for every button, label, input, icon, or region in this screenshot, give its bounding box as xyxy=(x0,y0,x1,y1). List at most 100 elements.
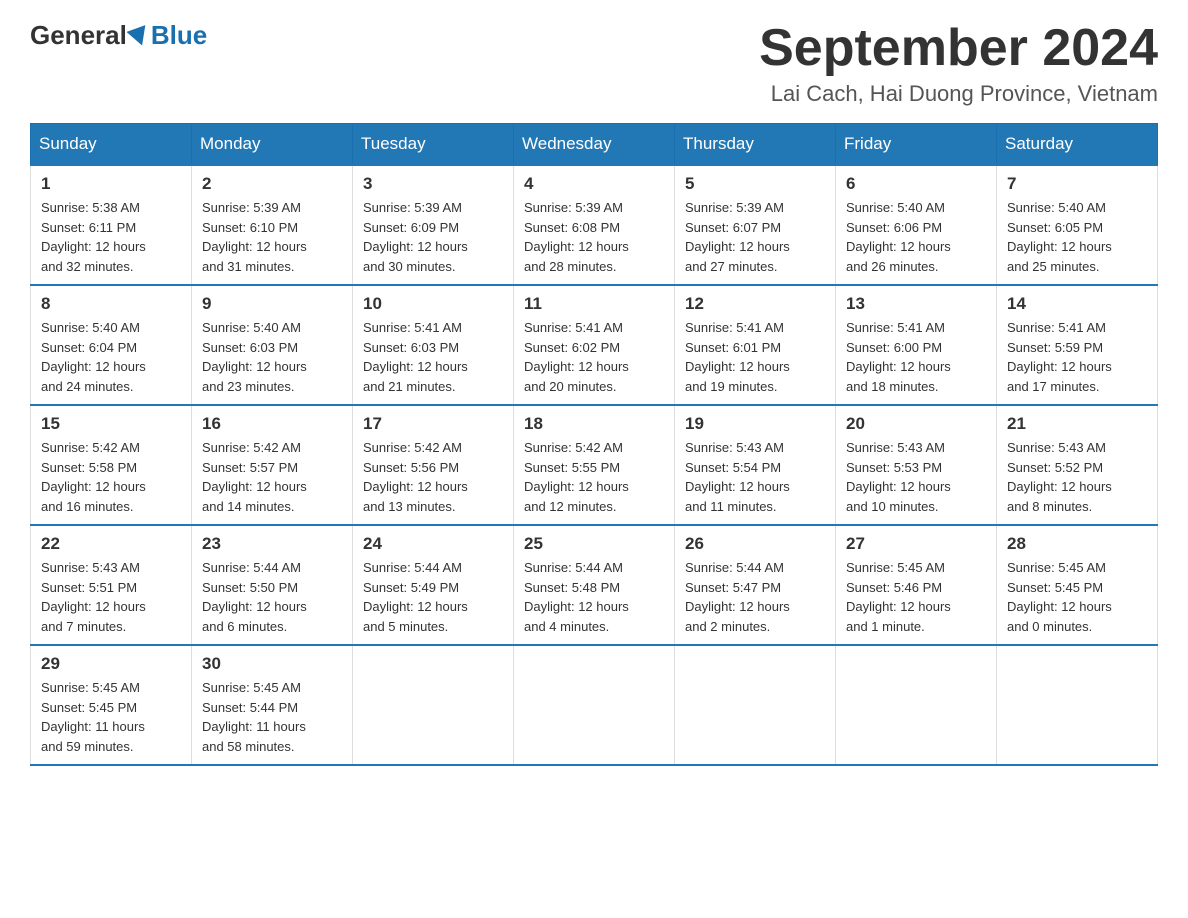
day-number: 15 xyxy=(41,414,181,434)
calendar-cell xyxy=(353,645,514,765)
day-info: Sunrise: 5:43 AMSunset: 5:53 PMDaylight:… xyxy=(846,438,986,516)
day-number: 19 xyxy=(685,414,825,434)
day-info: Sunrise: 5:45 AMSunset: 5:45 PMDaylight:… xyxy=(1007,558,1147,636)
week-row-1: 1 Sunrise: 5:38 AMSunset: 6:11 PMDayligh… xyxy=(31,165,1158,285)
day-number: 10 xyxy=(363,294,503,314)
calendar-cell: 22 Sunrise: 5:43 AMSunset: 5:51 PMDaylig… xyxy=(31,525,192,645)
day-number: 9 xyxy=(202,294,342,314)
day-info: Sunrise: 5:39 AMSunset: 6:08 PMDaylight:… xyxy=(524,198,664,276)
day-info: Sunrise: 5:42 AMSunset: 5:58 PMDaylight:… xyxy=(41,438,181,516)
calendar-cell: 14 Sunrise: 5:41 AMSunset: 5:59 PMDaylig… xyxy=(997,285,1158,405)
day-info: Sunrise: 5:42 AMSunset: 5:55 PMDaylight:… xyxy=(524,438,664,516)
day-info: Sunrise: 5:39 AMSunset: 6:09 PMDaylight:… xyxy=(363,198,503,276)
day-info: Sunrise: 5:41 AMSunset: 5:59 PMDaylight:… xyxy=(1007,318,1147,396)
day-info: Sunrise: 5:41 AMSunset: 6:03 PMDaylight:… xyxy=(363,318,503,396)
week-row-3: 15 Sunrise: 5:42 AMSunset: 5:58 PMDaylig… xyxy=(31,405,1158,525)
day-info: Sunrise: 5:43 AMSunset: 5:51 PMDaylight:… xyxy=(41,558,181,636)
week-row-4: 22 Sunrise: 5:43 AMSunset: 5:51 PMDaylig… xyxy=(31,525,1158,645)
day-number: 27 xyxy=(846,534,986,554)
day-number: 4 xyxy=(524,174,664,194)
calendar-cell: 29 Sunrise: 5:45 AMSunset: 5:45 PMDaylig… xyxy=(31,645,192,765)
day-number: 8 xyxy=(41,294,181,314)
calendar-cell: 30 Sunrise: 5:45 AMSunset: 5:44 PMDaylig… xyxy=(192,645,353,765)
day-number: 18 xyxy=(524,414,664,434)
day-number: 30 xyxy=(202,654,342,674)
calendar-cell xyxy=(675,645,836,765)
day-number: 3 xyxy=(363,174,503,194)
day-info: Sunrise: 5:41 AMSunset: 6:02 PMDaylight:… xyxy=(524,318,664,396)
calendar-cell: 4 Sunrise: 5:39 AMSunset: 6:08 PMDayligh… xyxy=(514,165,675,285)
page-header: General Blue September 2024 Lai Cach, Hai… xyxy=(30,20,1158,107)
day-number: 20 xyxy=(846,414,986,434)
day-info: Sunrise: 5:45 AMSunset: 5:45 PMDaylight:… xyxy=(41,678,181,756)
day-number: 13 xyxy=(846,294,986,314)
day-info: Sunrise: 5:39 AMSunset: 6:10 PMDaylight:… xyxy=(202,198,342,276)
weekday-header-wednesday: Wednesday xyxy=(514,124,675,166)
weekday-header-row: SundayMondayTuesdayWednesdayThursdayFrid… xyxy=(31,124,1158,166)
day-number: 21 xyxy=(1007,414,1147,434)
day-info: Sunrise: 5:41 AMSunset: 6:00 PMDaylight:… xyxy=(846,318,986,396)
calendar-cell: 19 Sunrise: 5:43 AMSunset: 5:54 PMDaylig… xyxy=(675,405,836,525)
day-number: 29 xyxy=(41,654,181,674)
logo: General Blue xyxy=(30,20,207,51)
weekday-header-friday: Friday xyxy=(836,124,997,166)
calendar-cell: 2 Sunrise: 5:39 AMSunset: 6:10 PMDayligh… xyxy=(192,165,353,285)
calendar-cell: 27 Sunrise: 5:45 AMSunset: 5:46 PMDaylig… xyxy=(836,525,997,645)
calendar-cell: 21 Sunrise: 5:43 AMSunset: 5:52 PMDaylig… xyxy=(997,405,1158,525)
day-info: Sunrise: 5:39 AMSunset: 6:07 PMDaylight:… xyxy=(685,198,825,276)
calendar-cell: 13 Sunrise: 5:41 AMSunset: 6:00 PMDaylig… xyxy=(836,285,997,405)
weekday-header-thursday: Thursday xyxy=(675,124,836,166)
day-info: Sunrise: 5:40 AMSunset: 6:04 PMDaylight:… xyxy=(41,318,181,396)
title-area: September 2024 Lai Cach, Hai Duong Provi… xyxy=(759,20,1158,107)
day-info: Sunrise: 5:40 AMSunset: 6:03 PMDaylight:… xyxy=(202,318,342,396)
calendar-cell: 18 Sunrise: 5:42 AMSunset: 5:55 PMDaylig… xyxy=(514,405,675,525)
week-row-2: 8 Sunrise: 5:40 AMSunset: 6:04 PMDayligh… xyxy=(31,285,1158,405)
day-number: 28 xyxy=(1007,534,1147,554)
day-info: Sunrise: 5:42 AMSunset: 5:56 PMDaylight:… xyxy=(363,438,503,516)
calendar-cell: 7 Sunrise: 5:40 AMSunset: 6:05 PMDayligh… xyxy=(997,165,1158,285)
day-number: 14 xyxy=(1007,294,1147,314)
calendar-cell: 23 Sunrise: 5:44 AMSunset: 5:50 PMDaylig… xyxy=(192,525,353,645)
day-number: 17 xyxy=(363,414,503,434)
week-row-5: 29 Sunrise: 5:45 AMSunset: 5:45 PMDaylig… xyxy=(31,645,1158,765)
day-info: Sunrise: 5:43 AMSunset: 5:54 PMDaylight:… xyxy=(685,438,825,516)
day-info: Sunrise: 5:45 AMSunset: 5:44 PMDaylight:… xyxy=(202,678,342,756)
day-info: Sunrise: 5:44 AMSunset: 5:48 PMDaylight:… xyxy=(524,558,664,636)
calendar-cell: 1 Sunrise: 5:38 AMSunset: 6:11 PMDayligh… xyxy=(31,165,192,285)
day-info: Sunrise: 5:40 AMSunset: 6:06 PMDaylight:… xyxy=(846,198,986,276)
calendar-cell xyxy=(997,645,1158,765)
day-number: 16 xyxy=(202,414,342,434)
calendar-cell: 12 Sunrise: 5:41 AMSunset: 6:01 PMDaylig… xyxy=(675,285,836,405)
day-number: 12 xyxy=(685,294,825,314)
calendar-cell: 26 Sunrise: 5:44 AMSunset: 5:47 PMDaylig… xyxy=(675,525,836,645)
weekday-header-sunday: Sunday xyxy=(31,124,192,166)
logo-triangle-icon xyxy=(126,25,151,49)
day-info: Sunrise: 5:40 AMSunset: 6:05 PMDaylight:… xyxy=(1007,198,1147,276)
calendar-cell: 11 Sunrise: 5:41 AMSunset: 6:02 PMDaylig… xyxy=(514,285,675,405)
day-number: 6 xyxy=(846,174,986,194)
weekday-header-tuesday: Tuesday xyxy=(353,124,514,166)
day-info: Sunrise: 5:44 AMSunset: 5:50 PMDaylight:… xyxy=(202,558,342,636)
day-number: 23 xyxy=(202,534,342,554)
calendar-cell: 5 Sunrise: 5:39 AMSunset: 6:07 PMDayligh… xyxy=(675,165,836,285)
day-number: 2 xyxy=(202,174,342,194)
calendar-cell: 15 Sunrise: 5:42 AMSunset: 5:58 PMDaylig… xyxy=(31,405,192,525)
logo-blue: Blue xyxy=(151,20,207,51)
calendar-cell xyxy=(514,645,675,765)
logo-area: General Blue xyxy=(30,20,207,51)
weekday-header-monday: Monday xyxy=(192,124,353,166)
day-info: Sunrise: 5:44 AMSunset: 5:49 PMDaylight:… xyxy=(363,558,503,636)
location: Lai Cach, Hai Duong Province, Vietnam xyxy=(759,81,1158,107)
logo-general: General xyxy=(30,20,127,51)
day-number: 5 xyxy=(685,174,825,194)
day-number: 25 xyxy=(524,534,664,554)
day-info: Sunrise: 5:43 AMSunset: 5:52 PMDaylight:… xyxy=(1007,438,1147,516)
calendar-cell: 10 Sunrise: 5:41 AMSunset: 6:03 PMDaylig… xyxy=(353,285,514,405)
day-number: 1 xyxy=(41,174,181,194)
calendar-cell: 25 Sunrise: 5:44 AMSunset: 5:48 PMDaylig… xyxy=(514,525,675,645)
day-info: Sunrise: 5:44 AMSunset: 5:47 PMDaylight:… xyxy=(685,558,825,636)
day-info: Sunrise: 5:38 AMSunset: 6:11 PMDaylight:… xyxy=(41,198,181,276)
day-info: Sunrise: 5:45 AMSunset: 5:46 PMDaylight:… xyxy=(846,558,986,636)
day-number: 24 xyxy=(363,534,503,554)
calendar-cell: 20 Sunrise: 5:43 AMSunset: 5:53 PMDaylig… xyxy=(836,405,997,525)
